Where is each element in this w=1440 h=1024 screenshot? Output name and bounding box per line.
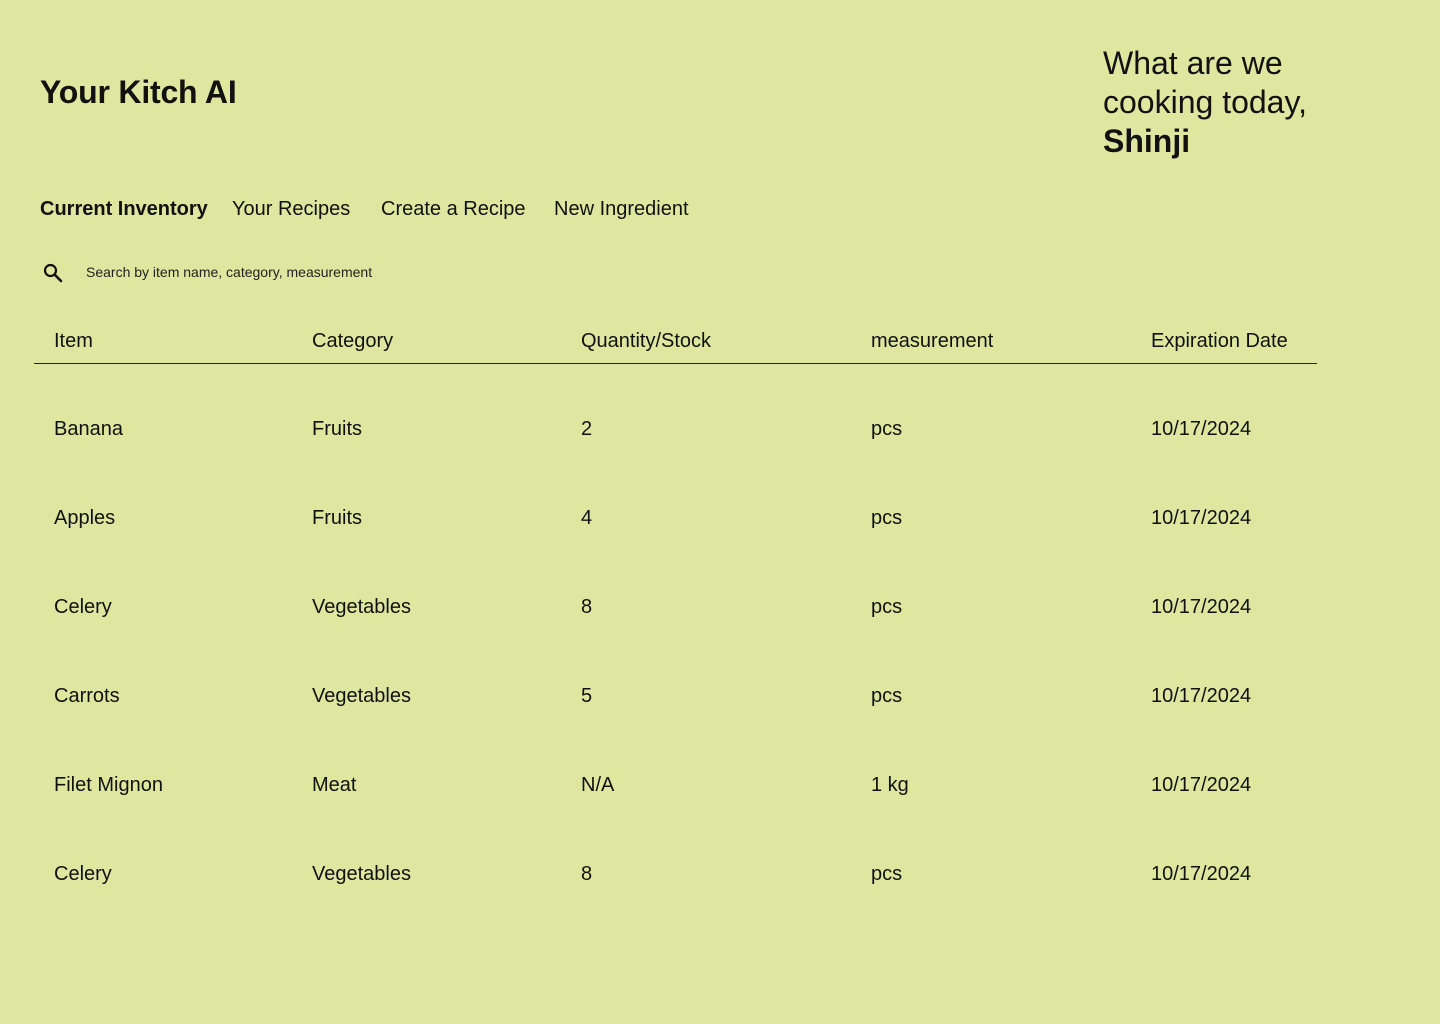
cell-measurement: pcs (871, 418, 903, 440)
cell-expiration-date: 10/17/2024 (1151, 507, 1252, 529)
search-icon[interactable] (42, 262, 64, 284)
greeting-line-1: What are we (1103, 45, 1283, 81)
greeting-line-2: cooking today, (1103, 84, 1307, 120)
greeting: What are we cooking today, Shinji (1103, 44, 1423, 161)
table-row[interactable]: Apples Fruits 4 pcs 10/17/2024 (34, 453, 1317, 542)
cell-quantity: 8 (581, 596, 593, 618)
header-measurement[interactable]: measurement (871, 330, 993, 353)
cell-item: Filet Mignon (54, 774, 163, 796)
search-input[interactable] (86, 261, 606, 283)
cell-category: Vegetables (312, 863, 411, 885)
cell-expiration-date: 10/17/2024 (1151, 774, 1252, 796)
search-bar (40, 258, 640, 288)
inventory-table: Item Category Quantity/Stock measurement… (34, 322, 1317, 898)
cell-measurement: pcs (871, 507, 903, 529)
cell-measurement: pcs (871, 685, 903, 707)
cell-quantity: 4 (581, 507, 593, 529)
cell-category: Vegetables (312, 685, 411, 707)
cell-item: Apples (54, 507, 116, 529)
table-header: Item Category Quantity/Stock measurement… (34, 322, 1317, 364)
tab-current-inventory[interactable]: Current Inventory (40, 198, 208, 221)
cell-measurement: pcs (871, 863, 903, 885)
tab-your-recipes[interactable]: Your Recipes (232, 198, 350, 221)
cell-expiration-date: 10/17/2024 (1151, 596, 1252, 618)
cell-category: Vegetables (312, 596, 411, 618)
cell-expiration-date: 10/17/2024 (1151, 863, 1252, 885)
table-row[interactable]: Carrots Vegetables 5 pcs 10/17/2024 (34, 631, 1317, 720)
header-item[interactable]: Item (54, 330, 93, 353)
user-name: Shinji (1103, 123, 1191, 159)
tab-create-a-recipe[interactable]: Create a Recipe (381, 198, 526, 221)
cell-quantity: 8 (581, 863, 593, 885)
cell-item: Celery (54, 863, 112, 885)
cell-item: Banana (54, 418, 123, 440)
table-row[interactable]: Celery Vegetables 8 pcs 10/17/2024 (34, 542, 1317, 631)
cell-category: Fruits (312, 418, 362, 440)
cell-category: Fruits (312, 507, 362, 529)
cell-expiration-date: 10/17/2024 (1151, 685, 1252, 707)
cell-item: Celery (54, 596, 112, 618)
header-expiration-date[interactable]: Expiration Date (1151, 330, 1288, 353)
tab-new-ingredient[interactable]: New Ingredient (554, 198, 689, 221)
table-row[interactable]: Banana Fruits 2 pcs 10/17/2024 (34, 364, 1317, 453)
cell-measurement: 1 kg (871, 774, 909, 796)
table-row[interactable]: Celery Vegetables 8 pcs 10/17/2024 (34, 809, 1317, 898)
cell-quantity: 2 (581, 418, 593, 440)
header-quantity[interactable]: Quantity/Stock (581, 330, 711, 353)
table-row[interactable]: Filet Mignon Meat N/A 1 kg 10/17/2024 (34, 720, 1317, 809)
cell-category: Meat (312, 774, 357, 796)
app-title: Your Kitch AI (40, 74, 237, 110)
header-category[interactable]: Category (312, 330, 393, 353)
cell-expiration-date: 10/17/2024 (1151, 418, 1252, 440)
cell-quantity: 5 (581, 685, 593, 707)
cell-measurement: pcs (871, 596, 903, 618)
cell-quantity: N/A (581, 774, 615, 796)
table-body: Banana Fruits 2 pcs 10/17/2024 Apples Fr… (34, 364, 1317, 898)
cell-item: Carrots (54, 685, 120, 707)
